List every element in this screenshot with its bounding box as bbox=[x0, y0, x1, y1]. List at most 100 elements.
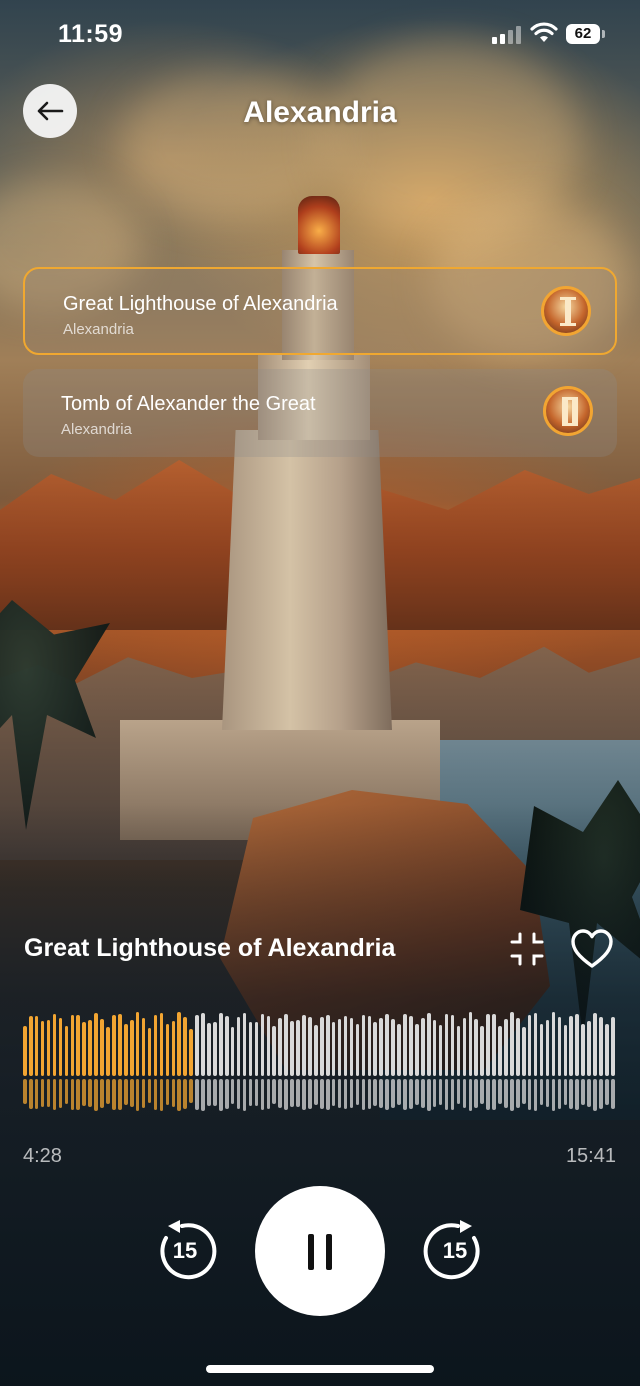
waveform-reflection-bar bbox=[415, 1079, 419, 1105]
waveform-reflection-bar bbox=[474, 1079, 479, 1108]
waveform-reflection-bar bbox=[486, 1079, 490, 1110]
rewind-seconds: 15 bbox=[172, 1238, 198, 1263]
waveform-bar bbox=[58, 1018, 63, 1076]
waveform-bar bbox=[248, 1022, 253, 1076]
waveform-bar bbox=[361, 1015, 366, 1076]
status-bar: 11:59 62 bbox=[0, 0, 640, 70]
waveform-bar bbox=[551, 1012, 556, 1076]
forward-15-button[interactable]: 15 bbox=[422, 1218, 488, 1284]
waveform-bar bbox=[349, 1018, 354, 1076]
waveform-bar bbox=[373, 1022, 378, 1076]
waveform-reflection-bar bbox=[284, 1079, 288, 1110]
list-item-tomb-of-alexander[interactable]: Tomb of Alexander the Great Alexandria bbox=[23, 369, 617, 457]
landmark-icon bbox=[543, 386, 593, 436]
waveform-bar bbox=[242, 1013, 247, 1076]
waveform-bar bbox=[444, 1014, 449, 1076]
waveform-reflection-bar bbox=[189, 1079, 193, 1103]
waveform-reflection-bar bbox=[320, 1079, 324, 1109]
pause-button[interactable] bbox=[255, 1186, 385, 1316]
waveform-bar bbox=[516, 1018, 520, 1076]
waveform-reflection-bar bbox=[242, 1079, 247, 1111]
rewind-15-button[interactable]: 15 bbox=[152, 1218, 218, 1284]
now-playing-title: Great Lighthouse of Alexandria bbox=[24, 934, 396, 962]
waveform-reflection-bar bbox=[438, 1079, 443, 1105]
waveform-bar bbox=[569, 1016, 574, 1076]
page-title: Alexandria bbox=[243, 96, 397, 129]
waveform-reflection-bar bbox=[230, 1079, 235, 1104]
waveform-bar bbox=[129, 1020, 134, 1076]
waveform-bar bbox=[391, 1019, 395, 1076]
waveform-reflection-bar bbox=[171, 1079, 176, 1107]
waveform-reflection-bar bbox=[361, 1079, 366, 1110]
waveform-bar bbox=[183, 1017, 187, 1076]
waveform-bar bbox=[432, 1020, 437, 1076]
waveform-reflection-bar bbox=[135, 1079, 140, 1111]
waveform-reflection-bar bbox=[23, 1079, 27, 1104]
waveform-reflection-bar bbox=[76, 1079, 81, 1110]
waveform-reflection-bar bbox=[462, 1079, 467, 1108]
waveform-bar bbox=[397, 1024, 401, 1076]
waveform-reflection-bar bbox=[207, 1079, 211, 1106]
waveform-reflection-bar bbox=[611, 1079, 615, 1109]
waveform-reflection-bar bbox=[308, 1079, 312, 1109]
waveform-reflection-bar bbox=[46, 1079, 51, 1107]
waveform-bar bbox=[462, 1018, 467, 1076]
list-item-great-lighthouse[interactable]: Great Lighthouse of Alexandria Alexandri… bbox=[23, 267, 617, 355]
waveform-bar bbox=[379, 1018, 383, 1076]
waveform-bar bbox=[587, 1021, 591, 1076]
audio-waveform-scrubber[interactable] bbox=[23, 1012, 617, 1116]
waveform-bar bbox=[141, 1018, 146, 1076]
waveform-reflection-bar bbox=[213, 1079, 217, 1106]
waveform-reflection-bar bbox=[70, 1079, 75, 1110]
waveform-bar bbox=[581, 1024, 585, 1076]
waveform-reflection-bar bbox=[337, 1079, 342, 1108]
waveform-bar bbox=[112, 1015, 116, 1076]
waveform-reflection-bar bbox=[112, 1079, 116, 1110]
waveform-reflection-bar bbox=[201, 1079, 205, 1111]
waveform-bar bbox=[521, 1027, 526, 1076]
waveform-bar bbox=[135, 1012, 140, 1076]
collapse-icon[interactable] bbox=[508, 930, 546, 968]
waveform-bar bbox=[593, 1013, 597, 1076]
waveform-reflection-bar bbox=[195, 1079, 199, 1110]
waveform-bar bbox=[474, 1019, 479, 1076]
waveform-reflection-bar bbox=[254, 1079, 259, 1106]
waveform-reflection-bar bbox=[224, 1079, 229, 1109]
waveform-reflection-bar bbox=[64, 1079, 69, 1104]
waveform-bar bbox=[153, 1015, 158, 1076]
waveform-bar bbox=[575, 1014, 579, 1076]
waveform-bar bbox=[533, 1013, 538, 1076]
waveform-bar bbox=[94, 1013, 98, 1076]
waveform-bar bbox=[409, 1016, 413, 1076]
waveform-reflection-bar bbox=[557, 1079, 562, 1109]
waveform-reflection-bar bbox=[183, 1079, 187, 1109]
cellular-signal-icon bbox=[492, 26, 524, 44]
waveform-bar bbox=[343, 1016, 348, 1076]
waveform-bar bbox=[70, 1015, 75, 1076]
waveform-bar bbox=[106, 1027, 110, 1076]
waveform-bar bbox=[355, 1024, 360, 1076]
forward-seconds: 15 bbox=[442, 1238, 468, 1263]
waveform-reflection-bar bbox=[177, 1079, 182, 1111]
waveform-bar bbox=[527, 1015, 532, 1076]
waveform-reflection-bar bbox=[28, 1079, 33, 1109]
waveform-reflection-bar bbox=[599, 1079, 603, 1109]
battery-icon: 62 bbox=[566, 24, 600, 44]
landmark-icon bbox=[541, 286, 591, 336]
waveform-reflection-bar bbox=[551, 1079, 556, 1111]
waveform-reflection-bar bbox=[314, 1079, 318, 1105]
waveform-reflection-bar bbox=[302, 1079, 306, 1110]
waveform-bar bbox=[118, 1014, 122, 1076]
waveform-reflection-bar bbox=[575, 1079, 579, 1110]
waveform-reflection-bar bbox=[450, 1079, 455, 1110]
heart-icon[interactable] bbox=[570, 928, 614, 970]
waveform-reflection-bar bbox=[521, 1079, 526, 1104]
waveform-bar bbox=[480, 1026, 484, 1076]
waveform-bar bbox=[486, 1014, 490, 1076]
waveform-bar bbox=[147, 1028, 152, 1076]
waveform-reflection-bar bbox=[52, 1079, 57, 1110]
waveform-bar bbox=[177, 1012, 182, 1076]
waveform-bar bbox=[23, 1026, 27, 1076]
waveform-bar bbox=[165, 1024, 170, 1076]
status-time: 11:59 bbox=[58, 20, 124, 48]
